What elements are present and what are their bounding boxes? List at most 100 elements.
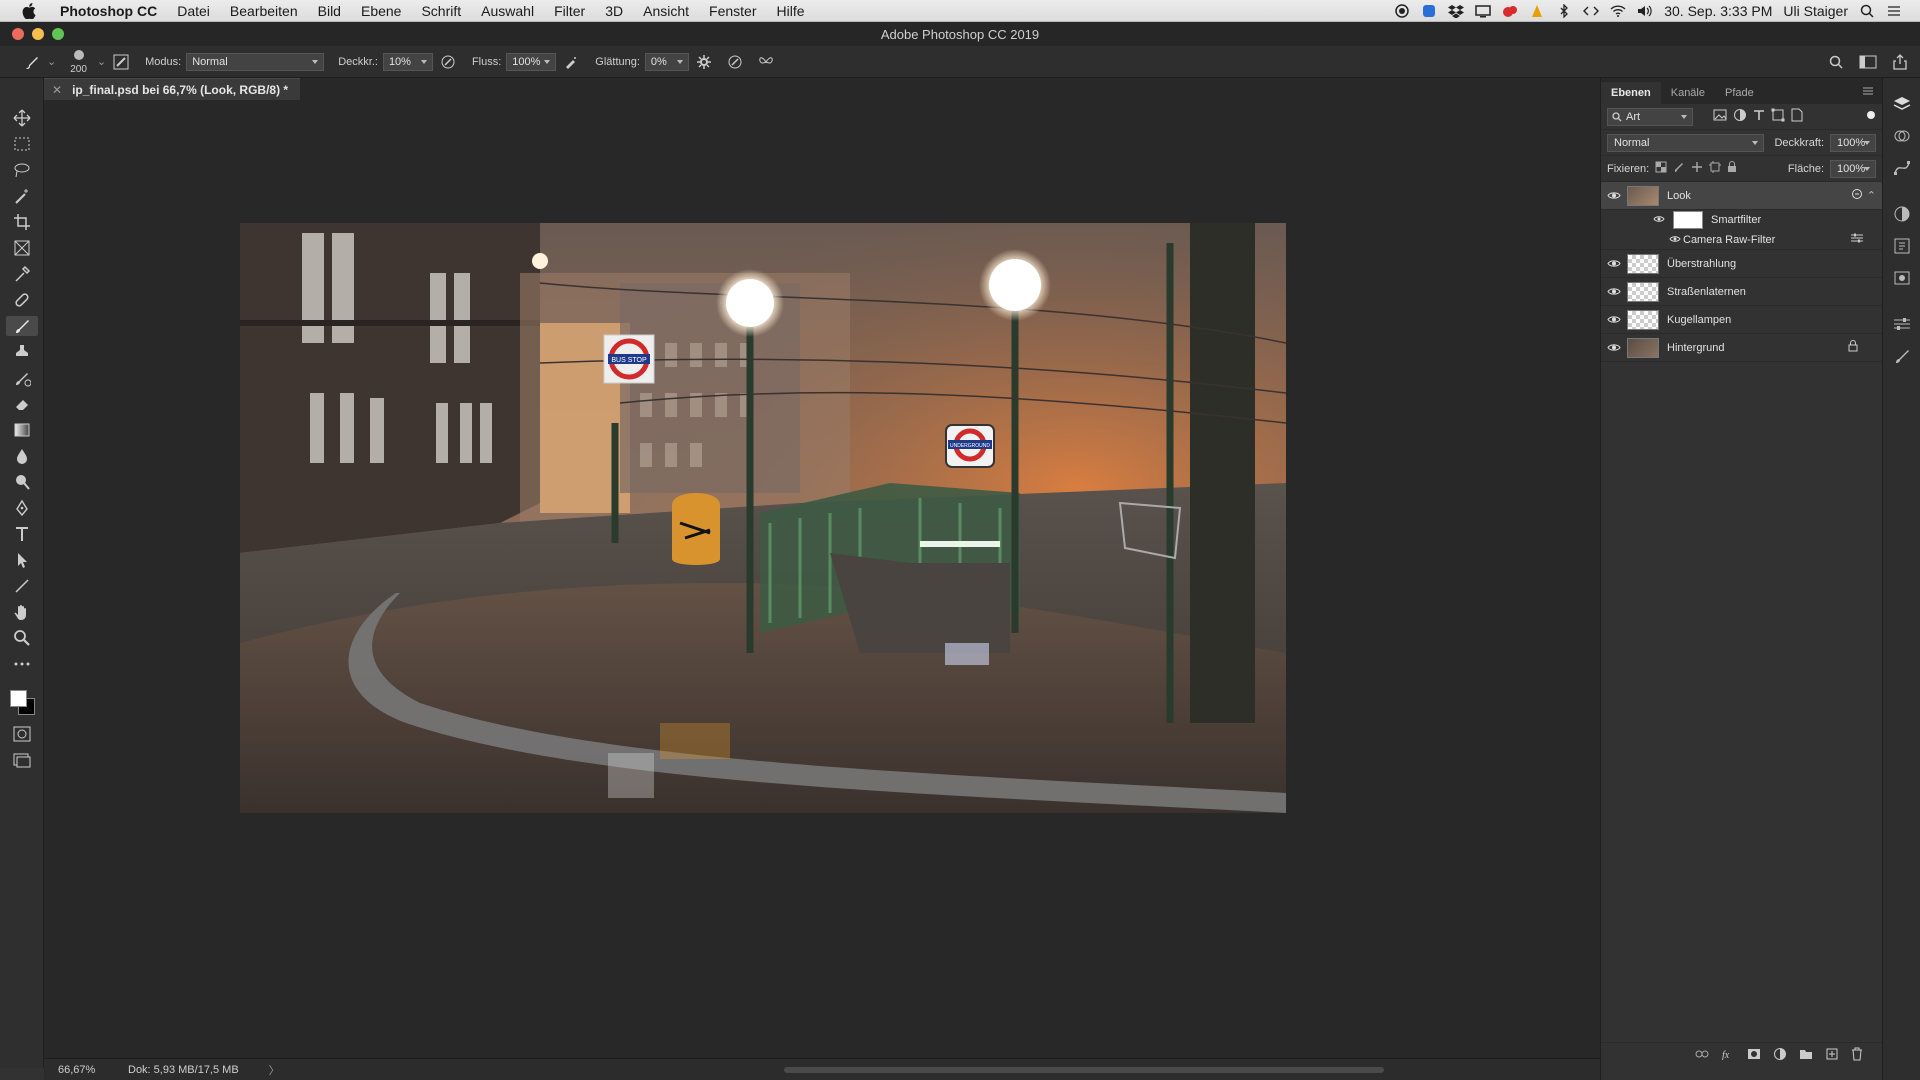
- record-icon[interactable]: [1394, 3, 1410, 19]
- screen-mode-icon[interactable]: [6, 750, 38, 770]
- new-adjustment-layer-icon[interactable]: [1773, 1047, 1787, 1064]
- rectangular-marquee-tool-icon[interactable]: [6, 134, 38, 154]
- channels-panel-icon[interactable]: [1890, 126, 1914, 146]
- smartfilter-visibility-eye-icon[interactable]: [1653, 214, 1669, 226]
- layer-row-hintergrund[interactable]: Hintergrund: [1601, 334, 1882, 362]
- app-status-icon[interactable]: [1421, 3, 1437, 19]
- layer-fill-input[interactable]: 100%: [1830, 159, 1876, 178]
- gradient-tool-icon[interactable]: [6, 420, 38, 440]
- smoothing-options-gear-icon[interactable]: [694, 52, 714, 72]
- add-layer-style-fx-icon[interactable]: fx: [1721, 1048, 1735, 1063]
- panel-menu-icon[interactable]: [1854, 86, 1882, 104]
- close-window-button[interactable]: [12, 28, 24, 40]
- move-tool-icon[interactable]: [6, 108, 38, 128]
- wifi-icon[interactable]: [1610, 3, 1626, 19]
- add-mask-icon[interactable]: [1747, 1048, 1761, 1063]
- layer-visibility-eye-icon[interactable]: [1601, 287, 1627, 296]
- airbrush-icon[interactable]: [561, 52, 581, 72]
- layer-blend-mode-select[interactable]: Normal: [1607, 133, 1765, 152]
- crop-tool-icon[interactable]: [6, 212, 38, 232]
- spotlight-search-icon[interactable]: [1859, 3, 1875, 19]
- frame-tool-icon[interactable]: [6, 238, 38, 258]
- layer-row-look[interactable]: Look ⌃: [1601, 182, 1882, 210]
- notification-icon[interactable]: [1529, 3, 1545, 19]
- lasso-tool-icon[interactable]: [6, 160, 38, 180]
- brush-tip-icon[interactable]: [72, 49, 86, 64]
- maximize-window-button[interactable]: [52, 28, 64, 40]
- pressure-opacity-icon[interactable]: [438, 52, 458, 72]
- dropbox-icon[interactable]: [1448, 3, 1465, 19]
- code-brackets-icon[interactable]: [1583, 3, 1600, 19]
- symmetry-butterfly-icon[interactable]: [756, 52, 776, 72]
- flow-input[interactable]: 100%: [506, 52, 557, 71]
- color-swatches[interactable]: [6, 686, 38, 718]
- share-icon[interactable]: [1890, 52, 1910, 72]
- blend-mode-select[interactable]: Normal: [186, 52, 325, 71]
- brush-tool-preset-icon[interactable]: [22, 52, 42, 72]
- menu-auswahl[interactable]: Auswahl: [471, 0, 544, 22]
- horizontal-scrollbar[interactable]: [784, 1067, 1384, 1073]
- tab-pfade[interactable]: Pfade: [1715, 82, 1764, 104]
- new-layer-icon[interactable]: [1825, 1047, 1839, 1064]
- creative-cloud-icon[interactable]: [1502, 3, 1518, 19]
- smartfilter-row[interactable]: Smartfilter: [1601, 210, 1882, 230]
- menu-3d[interactable]: 3D: [595, 0, 633, 22]
- link-layers-icon[interactable]: [1695, 1049, 1709, 1062]
- pressure-size-icon[interactable]: [725, 52, 745, 72]
- menu-ansicht[interactable]: Ansicht: [633, 0, 699, 22]
- tab-ebenen[interactable]: Ebenen: [1601, 82, 1661, 104]
- layer-row-ueberstrahlung[interactable]: Überstrahlung: [1601, 250, 1882, 278]
- quick-mask-mode-icon[interactable]: [6, 724, 38, 744]
- filter-pixel-layer-icon[interactable]: [1713, 109, 1727, 124]
- close-document-icon[interactable]: ✕: [52, 83, 62, 97]
- layer-filter-kind-select[interactable]: Art: [1607, 107, 1693, 126]
- layer-row-strassenlaternen[interactable]: Straßenlaternen: [1601, 278, 1882, 306]
- eraser-tool-icon[interactable]: [6, 394, 38, 414]
- lock-image-pixels-icon[interactable]: [1673, 161, 1685, 176]
- user-name[interactable]: Uli Staiger: [1783, 3, 1848, 19]
- history-brush-tool-icon[interactable]: [6, 368, 38, 388]
- document-tab[interactable]: ✕ ip_final.psd bei 66,7% (Look, RGB/8) *: [44, 78, 301, 100]
- minimize-window-button[interactable]: [32, 28, 44, 40]
- document-workspace[interactable]: BUS STOP UNDERGROUND: [44, 100, 1600, 1058]
- filter-toggle-icon[interactable]: [1866, 110, 1876, 123]
- filter-blending-options-icon[interactable]: [1850, 233, 1864, 246]
- image-canvas[interactable]: BUS STOP UNDERGROUND: [240, 223, 1286, 813]
- dodge-tool-icon[interactable]: [6, 472, 38, 492]
- eyedropper-tool-icon[interactable]: [6, 264, 38, 284]
- notification-center-icon[interactable]: [1886, 3, 1902, 19]
- line-tool-icon[interactable]: [6, 576, 38, 596]
- brush-settings-panel-icon[interactable]: [111, 52, 131, 72]
- lock-position-icon[interactable]: [1691, 161, 1703, 176]
- workspace-switcher-icon[interactable]: [1858, 52, 1878, 72]
- brush-picker-arrow-icon[interactable]: ⌄: [97, 55, 106, 68]
- menu-ebene[interactable]: Ebene: [351, 0, 411, 22]
- tab-kanaele[interactable]: Kanäle: [1661, 82, 1715, 104]
- layer-visibility-eye-icon[interactable]: [1601, 259, 1627, 268]
- menu-bearbeiten[interactable]: Bearbeiten: [220, 0, 308, 22]
- hand-tool-icon[interactable]: [6, 602, 38, 622]
- adjustments-panel-icon[interactable]: [1890, 204, 1914, 224]
- filter-adjustment-layer-icon[interactable]: [1733, 108, 1747, 125]
- lock-all-icon[interactable]: [1727, 161, 1737, 176]
- filter-shape-layer-icon[interactable]: [1771, 108, 1785, 125]
- clock-datetime[interactable]: 30. Sep. 3:33 PM: [1664, 3, 1772, 19]
- layer-opacity-input[interactable]: 100%: [1830, 133, 1876, 152]
- apple-logo-icon[interactable]: [18, 0, 40, 22]
- blur-tool-icon[interactable]: [6, 446, 38, 466]
- zoom-level[interactable]: 66,67%: [44, 1064, 104, 1076]
- preset-dropdown-arrow-icon[interactable]: ⌄: [47, 55, 56, 68]
- volume-icon[interactable]: [1637, 3, 1653, 19]
- menu-hilfe[interactable]: Hilfe: [767, 0, 815, 22]
- bluetooth-icon[interactable]: [1556, 3, 1572, 19]
- menu-bild[interactable]: Bild: [308, 0, 351, 22]
- layer-visibility-eye-icon[interactable]: [1601, 343, 1627, 352]
- path-selection-tool-icon[interactable]: [6, 550, 38, 570]
- camera-raw-visibility-eye-icon[interactable]: [1669, 234, 1683, 246]
- status-menu-arrow[interactable]: 〉: [269, 1062, 280, 1078]
- camera-raw-filter-row[interactable]: Camera Raw-Filter: [1601, 230, 1882, 250]
- layer-visibility-eye-icon[interactable]: [1601, 191, 1627, 200]
- opacity-input[interactable]: 10%: [382, 52, 433, 71]
- menu-datei[interactable]: Datei: [167, 0, 220, 22]
- smartfilter-mask-thumbnail[interactable]: [1673, 211, 1703, 229]
